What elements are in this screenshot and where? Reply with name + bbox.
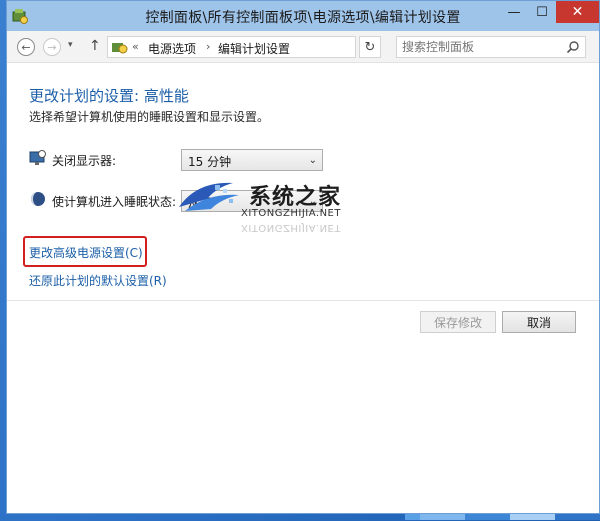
forward-button[interactable]: → bbox=[43, 38, 61, 56]
watermark-name: 系统之家 bbox=[249, 185, 342, 210]
up-button[interactable]: ↑ bbox=[89, 38, 101, 54]
refresh-button[interactable]: ↻ bbox=[359, 36, 381, 58]
back-button[interactable]: ← bbox=[17, 38, 35, 56]
page-heading: 更改计划的设置: 高性能 bbox=[29, 87, 189, 105]
turn-off-display-value: 15 分钟 bbox=[188, 155, 232, 169]
minimize-button[interactable]: — bbox=[500, 1, 528, 23]
watermark: 系统之家 XITONGZHIJIA.NET XITONGZHIJIA.NET bbox=[177, 175, 377, 245]
breadcrumb-separator[interactable]: › bbox=[206, 40, 210, 53]
cancel-button[interactable]: 取消 bbox=[502, 311, 576, 333]
control-panel-window: 控制面板\所有控制面板项\电源选项\编辑计划设置 — ☐ ✕ ← → ▾ ↑ «… bbox=[6, 0, 600, 514]
watermark-domain: XITONGZHIJIA.NET bbox=[241, 208, 341, 219]
control-panel-icon bbox=[112, 43, 128, 54]
search-box[interactable] bbox=[396, 36, 586, 58]
maximize-button[interactable]: ☐ bbox=[528, 1, 556, 23]
title-bar[interactable]: 控制面板\所有控制面板项\电源选项\编辑计划设置 — ☐ ✕ bbox=[7, 1, 599, 31]
breadcrumb-overflow[interactable]: « bbox=[132, 40, 139, 53]
recent-locations-dropdown[interactable]: ▾ bbox=[68, 40, 73, 50]
chevron-down-icon: ⌄ bbox=[308, 155, 317, 166]
sleep-label: 使计算机进入睡眠状态: bbox=[52, 195, 177, 209]
save-changes-button[interactable]: 保存修改 bbox=[420, 311, 496, 333]
breadcrumb-edit-plan[interactable]: 编辑计划设置 bbox=[218, 40, 290, 57]
turn-off-display-dropdown[interactable]: 15 分钟 ⌄ bbox=[181, 149, 323, 171]
restore-defaults-link[interactable]: 还原此计划的默认设置(R) bbox=[29, 272, 167, 289]
search-input[interactable] bbox=[402, 40, 562, 54]
display-icon bbox=[29, 150, 46, 165]
divider bbox=[7, 300, 599, 301]
advanced-power-settings-link[interactable]: 更改高级电源设置(C) bbox=[29, 244, 143, 261]
navigation-bar: ← → ▾ ↑ « 电源选项 › 编辑计划设置 ⌄ ↻ bbox=[7, 31, 599, 63]
sleep-icon bbox=[31, 192, 45, 206]
watermark-logo bbox=[179, 182, 239, 211]
turn-off-display-label: 关闭显示器: bbox=[52, 154, 117, 168]
watermark-domain-reflection: XITONGZHIJIA.NET bbox=[241, 222, 341, 233]
page-description: 选择希望计算机使用的睡眠设置和显示设置。 bbox=[29, 110, 270, 124]
search-icon[interactable] bbox=[566, 40, 580, 54]
address-bar[interactable]: « 电源选项 › 编辑计划设置 ⌄ bbox=[107, 36, 456, 58]
close-button[interactable]: ✕ bbox=[556, 1, 599, 23]
breadcrumb-power-options[interactable]: 电源选项 bbox=[148, 40, 196, 57]
